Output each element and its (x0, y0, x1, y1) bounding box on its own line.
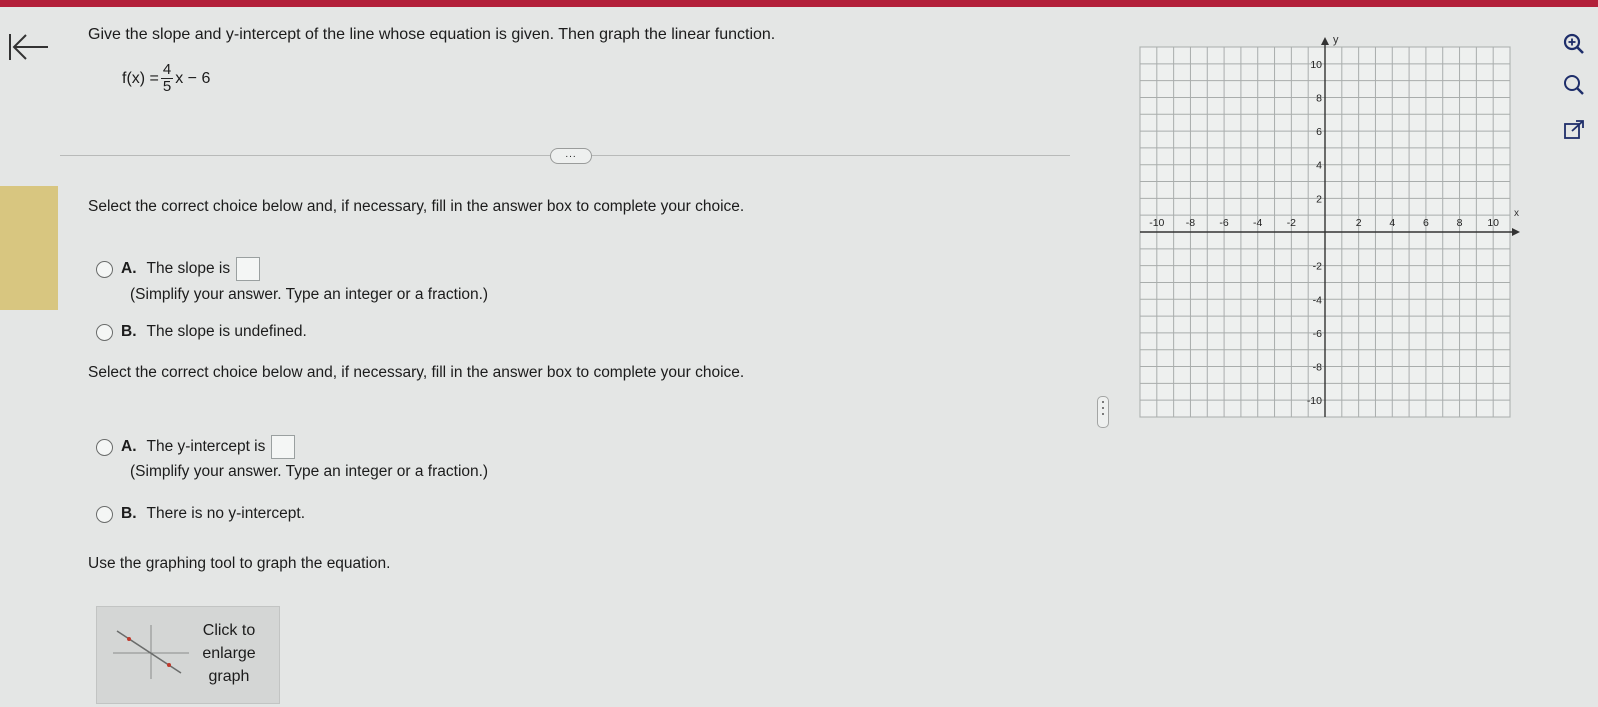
coordinate-grid[interactable]: x y -10 -8 -6 -4 -2 2 4 6 8 10 10 8 6 4 2 -2 -4 -6 -8 -10 (1130, 25, 1530, 445)
x-tick-label: -2 (1287, 217, 1296, 229)
x-tick-label: 10 (1487, 217, 1499, 229)
external-link-icon[interactable] (1562, 118, 1586, 142)
x-axis-label: x (1514, 208, 1519, 219)
top-accent-bar (0, 0, 1598, 7)
current-part-marker (0, 186, 58, 310)
y-tick-label: 6 (1316, 126, 1322, 138)
equation-rhs: x − 6 (175, 69, 211, 87)
zoom-out-icon[interactable] (1562, 73, 1586, 97)
y-tick-label: 10 (1310, 59, 1322, 71)
slope-instruction: Select the correct choice below and, if … (88, 198, 745, 215)
graph-thumbnail-icon (113, 625, 189, 679)
enlarge-line-2: enlarge (202, 645, 256, 662)
fraction-numerator: 4 (160, 61, 174, 79)
slope-choice-b[interactable]: B. The slope is undefined. (96, 323, 307, 341)
intercept-hint: (Simplify your answer. Type an integer o… (130, 463, 489, 480)
question-prompt: Give the slope and y-intercept of the li… (88, 26, 776, 43)
panel-resize-handle[interactable] (1097, 396, 1109, 428)
slope-choice-b-text: The slope is undefined. (146, 323, 307, 340)
x-tick-label: 2 (1356, 217, 1362, 229)
x-tick-label: 8 (1457, 217, 1463, 229)
fraction-denominator: 5 (162, 78, 172, 95)
slope-choice-a-radio[interactable] (96, 260, 113, 278)
intercept-choice-a-letter: A. (121, 438, 137, 455)
intercept-choice-a[interactable]: A. The y-intercept is (96, 435, 296, 459)
enlarge-graph-button[interactable]: Click to enlarge graph (96, 606, 280, 704)
slope-fraction: 4 5 (160, 61, 174, 95)
expand-button[interactable]: ... (550, 148, 592, 164)
y-tick-label: -6 (1313, 328, 1322, 340)
x-tick-label: -6 (1219, 217, 1228, 229)
slope-choice-a-letter: A. (121, 260, 137, 277)
x-tick-label: -10 (1149, 217, 1164, 229)
x-tick-label: -8 (1186, 217, 1195, 229)
y-tick-label: 4 (1316, 160, 1322, 172)
x-tick-label: -4 (1253, 217, 1262, 229)
enlarge-line-3: graph (208, 668, 250, 685)
equation-lhs: f(x) = (122, 69, 159, 87)
intercept-choice-b[interactable]: B. There is no y-intercept. (96, 505, 305, 523)
zoom-in-icon[interactable] (1562, 32, 1586, 56)
y-axis-label: y (1333, 34, 1339, 46)
y-tick-label: -8 (1313, 362, 1322, 374)
intercept-choice-b-letter: B. (121, 505, 137, 522)
y-tick-label: -2 (1313, 261, 1322, 273)
back-arrow-icon[interactable] (6, 30, 50, 64)
intercept-choice-b-radio[interactable] (96, 505, 113, 523)
y-tick-label: -4 (1313, 294, 1322, 306)
slope-choice-b-letter: B. (121, 323, 137, 340)
x-tick-label: 6 (1423, 217, 1429, 229)
slope-choice-a[interactable]: A. The slope is (96, 257, 261, 281)
intercept-answer-box[interactable] (271, 435, 296, 459)
slope-hint: (Simplify your answer. Type an integer o… (130, 286, 489, 303)
intercept-choice-b-text: There is no y-intercept. (146, 505, 306, 522)
y-axis-arrow (1321, 37, 1329, 45)
x-tick-label: 4 (1389, 217, 1395, 229)
enlarge-graph-label: Click to enlarge graph (187, 619, 271, 688)
x-axis-arrow (1512, 228, 1520, 236)
slope-choice-b-radio[interactable] (96, 323, 113, 341)
equation: f(x) = 4 5 x − 6 (122, 62, 210, 95)
intercept-choice-a-radio[interactable] (96, 438, 113, 456)
enlarge-line-1: Click to (202, 622, 256, 639)
graph-instruction: Use the graphing tool to graph the equat… (88, 555, 391, 572)
intercept-instruction: Select the correct choice below and, if … (88, 364, 745, 381)
y-tick-label: -10 (1307, 395, 1322, 407)
slope-choice-a-text: The slope is (146, 260, 231, 277)
y-tick-label: 8 (1316, 92, 1322, 104)
intercept-choice-a-text: The y-intercept is (146, 438, 266, 455)
y-tick-label: 2 (1316, 193, 1322, 205)
slope-answer-box[interactable] (236, 257, 261, 281)
